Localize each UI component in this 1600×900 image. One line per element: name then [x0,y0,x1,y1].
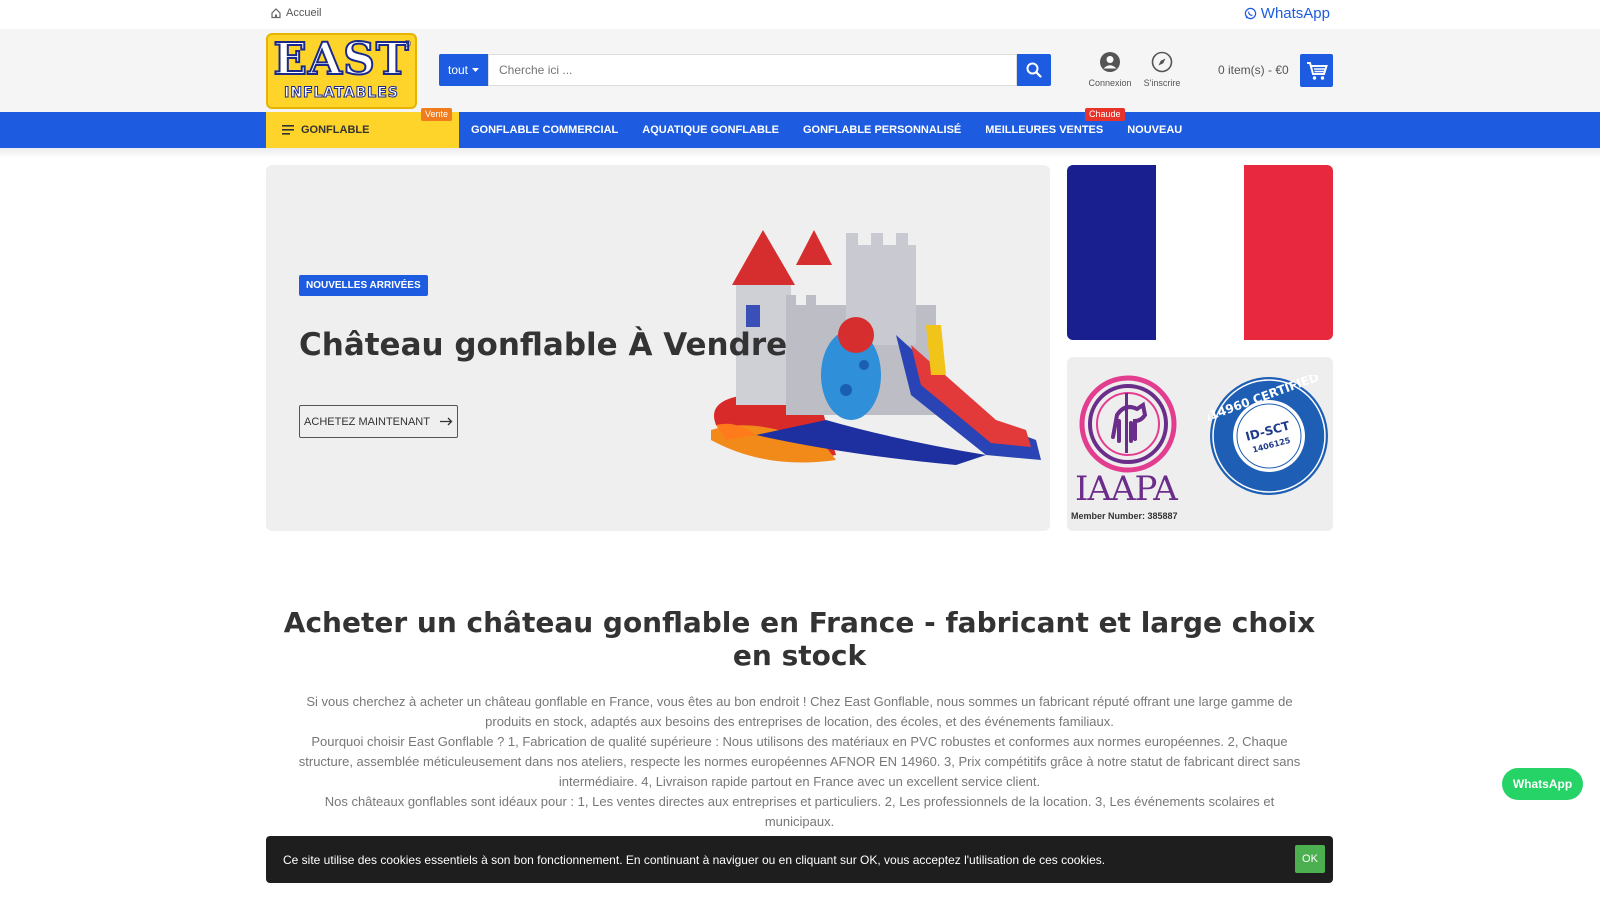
section-title: Acheter un château gonflable en France -… [283,606,1316,672]
caret-down-icon [472,67,479,72]
main-nav: GONFLABLE GONFLABLE COMMERCIAL AQUATIQUE… [0,112,1600,148]
whatsapp-top-link[interactable]: WhatsApp [1244,5,1330,22]
cookie-ok-button[interactable]: OK [1295,845,1325,873]
arrow-right-icon [439,417,453,426]
section-paragraph-1: Si vous cherchez à acheter un château go… [306,694,1293,729]
nav-item-gonflable-personnalise[interactable]: GONFLABLE PERSONNALISÉ [791,112,973,148]
header: EAST INFLATABLES ® tout Connexion S'insc… [0,29,1600,112]
logo-line1: EAST [272,34,410,86]
nav-item-gonflable-commercial[interactable]: GONFLABLE COMMERCIAL [459,112,630,148]
iaapa-member-number: Member Number: 385887 [1071,511,1178,521]
buy-now-label: ACHETEZ MAINTENANT [304,415,430,428]
iaapa-logo [1079,375,1177,473]
hero-banner[interactable]: NOUVELLES ARRIVÉES Château gonflable À V… [266,165,1050,531]
register-label: S'inscrire [1143,78,1181,88]
whatsapp-float-button[interactable]: WhatsApp [1502,768,1583,800]
logo-registered: ® [403,39,411,50]
home-link[interactable]: Accueil [270,7,321,19]
cookie-text: Ce site utilise des cookies essentiels à… [283,852,1106,867]
nav-shadow [0,148,1600,158]
section-description: Si vous cherchez à acheter un château go… [296,692,1303,832]
section-paragraph-2: Pourquoi choisir East Gonflable ? 1, Fab… [298,734,1301,789]
chaude-badge: Chaude [1085,108,1125,121]
home-icon [271,8,281,19]
certification-banner[interactable]: IAAPA Member Number: 385887 EN14960 CERT… [1067,357,1333,531]
compass-icon [1151,51,1173,73]
category-menu-label: GONFLABLE [301,124,370,136]
search-category-dropdown[interactable]: tout [439,54,488,86]
register-link[interactable]: S'inscrire [1136,51,1188,88]
top-bar: Accueil WhatsApp [0,0,1600,29]
section-paragraph-3: Nos châteaux gonflables sont idéaux pour… [324,794,1275,829]
iaapa-text: IAAPA [1075,469,1178,509]
cookie-banner: Ce site utilise des cookies essentiels à… [266,836,1333,883]
france-flag-banner[interactable] [1067,165,1333,340]
menu-icon [282,125,294,135]
logo-line2: INFLATABLES [284,85,399,102]
user-icon [1100,52,1120,72]
hero-badge: NOUVELLES ARRIVÉES [299,275,428,296]
vente-badge: Vente [421,108,453,121]
nav-item-nouveau[interactable]: NOUVEAU [1115,112,1194,148]
flag-white [1155,165,1245,340]
cart-summary[interactable]: 0 item(s) - €0 [1218,63,1289,77]
nav-items: GONFLABLE COMMERCIAL AQUATIQUE GONFLABLE… [459,112,1194,148]
home-label: Accueil [286,7,322,19]
search-input[interactable] [488,54,1017,86]
flag-red [1244,165,1333,340]
whatsapp-top-label: WhatsApp [1260,5,1330,22]
flag-blue [1067,165,1156,340]
whatsapp-icon [1244,7,1257,20]
site-logo[interactable]: EAST INFLATABLES ® [266,33,417,109]
search-icon [1026,62,1042,78]
nav-item-aquatique-gonflable[interactable]: AQUATIQUE GONFLABLE [630,112,791,148]
cart-icon [1306,61,1328,80]
buy-now-button[interactable]: ACHETEZ MAINTENANT [299,405,458,438]
search-category-label: tout [447,63,468,77]
hero-title: Château gonflable À Vendre [299,327,788,363]
login-link[interactable]: Connexion [1084,51,1136,88]
cart-button[interactable] [1300,54,1333,87]
search-bar: tout [439,54,1051,86]
search-button[interactable] [1017,54,1051,86]
login-label: Connexion [1088,78,1132,88]
en14960-certified-seal: EN14960 CERTIFIED ID-SCT 1406125 [1208,375,1328,495]
